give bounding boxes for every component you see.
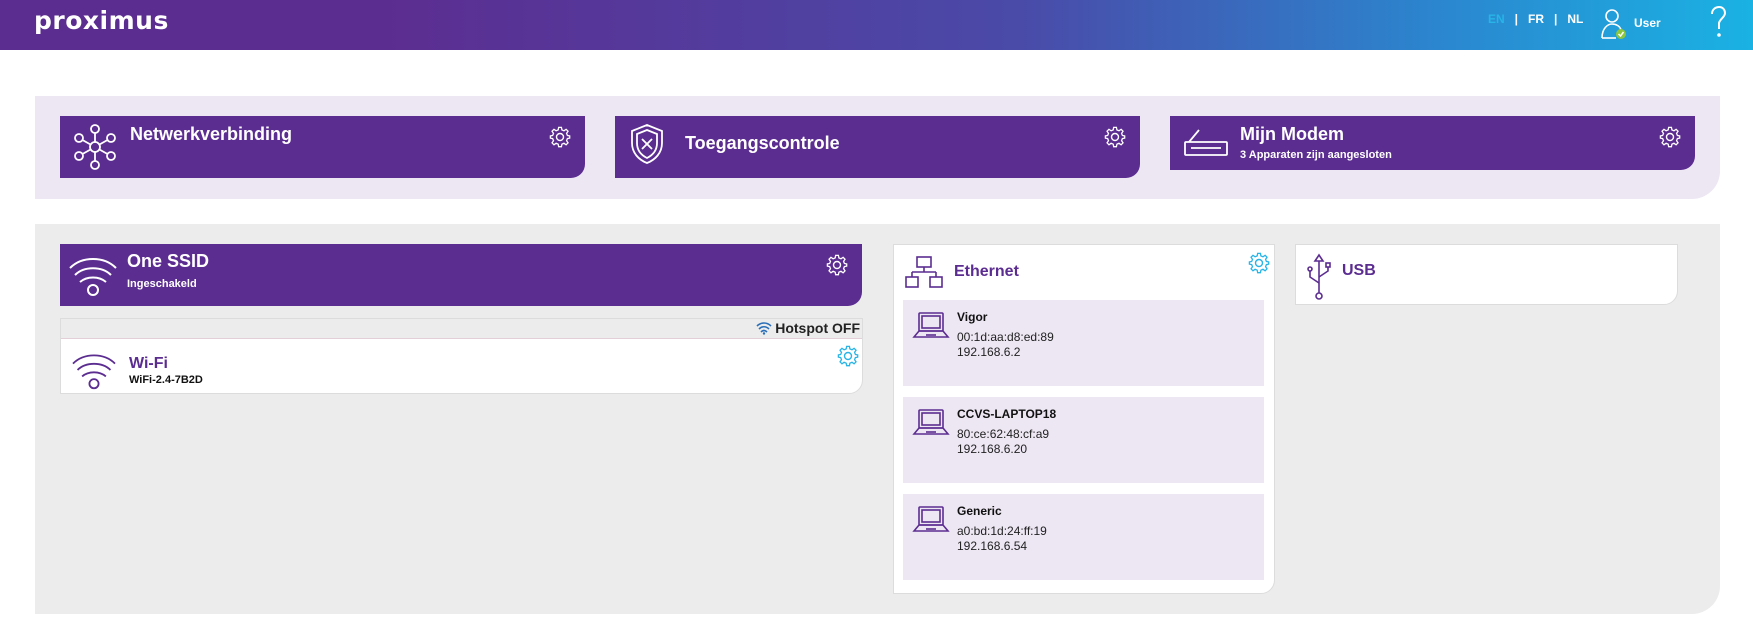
user-icon bbox=[1601, 9, 1626, 39]
device-ip: 192.168.6.2 bbox=[957, 345, 1021, 359]
one-ssid-title: One SSID bbox=[127, 251, 210, 271]
user-menu[interactable]: User bbox=[1600, 6, 1661, 40]
user-label: User bbox=[1634, 16, 1661, 30]
laptop-icon bbox=[912, 506, 950, 532]
ethernet-network-icon bbox=[905, 256, 943, 288]
device-ip: 192.168.6.20 bbox=[957, 442, 1028, 456]
hotspot-bar: Hotspot OFF bbox=[61, 319, 862, 339]
wifi-title: Wi-Fi bbox=[129, 355, 168, 372]
gear-icon[interactable] bbox=[837, 345, 859, 367]
network-nodes-icon bbox=[74, 124, 116, 170]
device-name: CCVS-LAPTOP18 bbox=[957, 407, 1057, 421]
network-connection-tile[interactable]: Netwerkverbinding bbox=[60, 116, 585, 178]
language-switcher: EN | FR | NL bbox=[1488, 12, 1583, 26]
device-row[interactable]: Generic a0:bd:1d:24:ff:19 192.168.6.54 bbox=[903, 494, 1264, 580]
lang-divider: | bbox=[1514, 12, 1519, 26]
wifi-icon bbox=[69, 258, 117, 296]
one-ssid-tile[interactable]: One SSID Ingeschakeld bbox=[60, 244, 862, 306]
gear-icon[interactable] bbox=[549, 126, 571, 148]
gear-icon[interactable] bbox=[1248, 252, 1270, 274]
wifi-ssid: WiFi-2.4-7B2D bbox=[129, 374, 203, 386]
gear-icon[interactable] bbox=[826, 254, 848, 276]
device-mac: 00:1d:aa:d8:ed:89 bbox=[957, 330, 1054, 344]
ethernet-card[interactable]: Ethernet Vigor 00:1d:aa:d8:ed:89 192.168… bbox=[893, 244, 1275, 594]
hotspot-label: Hotspot OFF bbox=[775, 320, 860, 336]
proximus-logo[interactable]: proximus bbox=[34, 6, 169, 35]
hotspot-toggle[interactable]: Hotspot OFF bbox=[756, 320, 860, 336]
access-control-title: Toegangscontrole bbox=[685, 133, 840, 153]
network-connection-title: Netwerkverbinding bbox=[130, 124, 293, 144]
ethernet-title: Ethernet bbox=[954, 263, 1019, 280]
laptop-icon bbox=[912, 409, 950, 435]
usb-title: USB bbox=[1342, 262, 1376, 279]
device-ip: 192.168.6.54 bbox=[957, 539, 1028, 553]
laptop-icon bbox=[912, 312, 950, 338]
hotspot-wifi-icon bbox=[756, 322, 772, 335]
connected-devices-count: 3 Apparaten zijn aangesloten bbox=[1240, 149, 1392, 161]
gear-icon[interactable] bbox=[1104, 126, 1126, 148]
device-row[interactable]: Vigor 00:1d:aa:d8:ed:89 192.168.6.2 bbox=[903, 300, 1264, 386]
usb-card[interactable]: USB bbox=[1295, 244, 1678, 305]
shield-icon bbox=[631, 124, 663, 164]
lang-fr[interactable]: FR bbox=[1528, 12, 1544, 26]
device-row[interactable]: CCVS-LAPTOP18 80:ce:62:48:cf:a9 192.168.… bbox=[903, 397, 1264, 483]
my-modem-title: Mijn Modem bbox=[1240, 124, 1344, 144]
gear-icon[interactable] bbox=[1659, 126, 1681, 148]
lang-divider: | bbox=[1554, 12, 1558, 26]
modem-icon bbox=[1184, 129, 1228, 156]
my-modem-tile[interactable]: Mijn Modem 3 Apparaten zijn aangesloten bbox=[1170, 116, 1695, 170]
device-name: Vigor bbox=[957, 310, 988, 324]
device-mac: 80:ce:62:48:cf:a9 bbox=[957, 427, 1050, 441]
wifi-card[interactable]: Hotspot OFF Wi-Fi WiFi-2.4-7B2D bbox=[60, 318, 863, 394]
lang-en[interactable]: EN bbox=[1488, 12, 1505, 26]
lang-nl[interactable]: NL bbox=[1567, 12, 1583, 26]
usb-icon bbox=[1307, 253, 1331, 300]
one-ssid-status: Ingeschakeld bbox=[127, 278, 197, 290]
question-mark-icon[interactable] bbox=[1708, 5, 1728, 39]
device-name: Generic bbox=[957, 504, 1002, 518]
top-header: proximus EN | FR | NL User bbox=[0, 0, 1753, 50]
wifi-icon bbox=[72, 354, 116, 390]
device-mac: a0:bd:1d:24:ff:19 bbox=[957, 524, 1047, 538]
access-control-tile[interactable]: Toegangscontrole bbox=[615, 116, 1140, 178]
